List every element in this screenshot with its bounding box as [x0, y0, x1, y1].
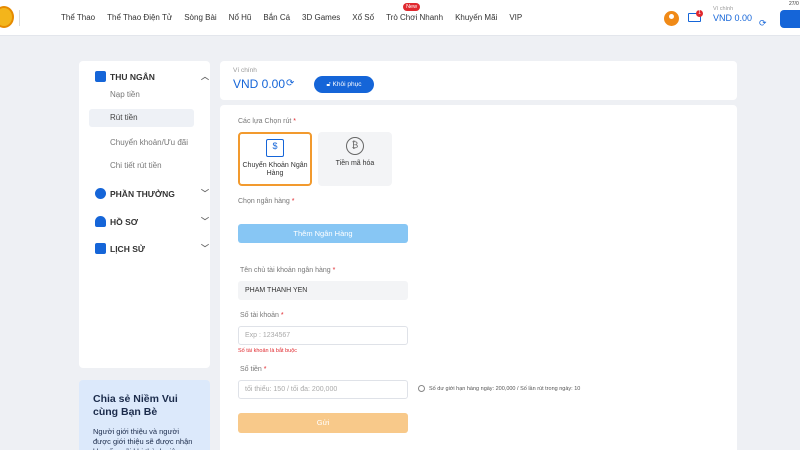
wallet-icon: [95, 71, 106, 82]
sidebar-section-history[interactable]: LỊCH SỬ ﹀: [95, 243, 209, 254]
promo-title: Chia sẻ Niềm Vui cùng Bạn Bè: [93, 393, 178, 418]
add-bank-button[interactable]: Thêm Ngân Hàng: [238, 224, 408, 243]
wallet-label: Ví chính: [233, 67, 257, 74]
sidebar-section-rewards[interactable]: PHẦN THƯỞNG ﹀: [95, 188, 209, 199]
nav-item-quick-games-label: Trò Chơi Nhanh: [386, 13, 444, 22]
nav-item-slots[interactable]: Nổ Hũ: [229, 13, 252, 22]
select-bank-label-text: Chọn ngân hàng: [238, 198, 290, 205]
nav-item-vip[interactable]: VIP: [509, 13, 522, 22]
account-holder-label: Tên chủ tài khoản ngân hàng *: [240, 267, 335, 274]
header-action-button[interactable]: [780, 10, 800, 28]
amount-limit-note: Số dư giới hạn hàng ngày: 200,000 / Số l…: [418, 385, 580, 392]
required-mark: *: [280, 312, 284, 319]
main-nav: Thể Thao Thể Thao Điện Tử Sòng Bài Nổ Hũ…: [61, 3, 534, 22]
nav-item-esports[interactable]: Thể Thao Điện Tử: [107, 13, 172, 22]
document-icon: [95, 243, 106, 254]
required-mark: *: [263, 366, 267, 373]
lock-icon: 🔓︎: [326, 81, 331, 88]
account-holder-field[interactable]: PHAM THANH YEN: [238, 281, 408, 300]
submit-button[interactable]: Gửi: [238, 413, 408, 433]
sidebar-section-label: PHẦN THƯỞNG: [110, 188, 175, 199]
refresh-icon[interactable]: ⟳: [286, 78, 294, 89]
user-icon[interactable]: [664, 11, 679, 26]
sidebar-section-cashier[interactable]: THU NGÂN ︿: [95, 71, 209, 82]
amount-limit-text: Số dư giới hạn hàng ngày: 200,000 / Số l…: [429, 385, 581, 392]
sidebar-item-withdraw-detail[interactable]: Chi tiết rút tiền: [110, 161, 162, 170]
header-wallet-label: Ví chính: [713, 6, 734, 12]
nav-item-fishing[interactable]: Bắn Cá: [263, 13, 290, 22]
sidebar-section-label: THU NGÂN: [110, 71, 155, 82]
chevron-down-icon: ﹀: [201, 217, 209, 226]
account-sidebar: THU NGÂN ︿ Nạp tiền Rút tiền Chuyển khoả…: [79, 61, 210, 368]
wallet-balance: VND 0.00: [233, 77, 286, 91]
amount-label-text: Số tiền: [240, 366, 262, 373]
option-bank-transfer-label: Chuyển Khoản Ngân Hàng: [242, 162, 308, 177]
header-date: 27/0: [789, 1, 799, 7]
amount-input[interactable]: tối thiểu: 150 / tối đa: 200,000: [238, 380, 408, 399]
option-bank-transfer[interactable]: Chuyển Khoản Ngân Hàng: [238, 132, 312, 186]
chevron-down-icon: ﹀: [201, 189, 209, 198]
chevron-down-icon: ﹀: [201, 244, 209, 253]
account-holder-label-text: Tên chủ tài khoản ngân hàng: [240, 267, 331, 274]
nav-item-casino[interactable]: Sòng Bài: [184, 13, 216, 22]
sidebar-item-withdraw[interactable]: Rút tiền: [89, 109, 194, 127]
top-nav-bar: Thể Thao Thể Thao Điện Tử Sòng Bài Nổ Hũ…: [0, 0, 800, 36]
gift-icon: [95, 188, 106, 199]
profile-icon: [95, 216, 106, 227]
restore-label: Khôi phục: [332, 81, 362, 88]
required-mark: *: [291, 198, 295, 205]
header-wallet: Ví chính VND 0.00: [713, 6, 752, 23]
account-number-error: Số tài khoản là bắt buộc: [238, 348, 298, 354]
nav-item-3d-games[interactable]: 3D Games: [302, 13, 340, 22]
sidebar-item-deposit[interactable]: Nạp tiền: [110, 90, 140, 99]
divider: [19, 10, 20, 26]
refresh-icon[interactable]: ⟳: [759, 18, 767, 29]
restore-button[interactable]: 🔓︎ Khôi phục: [314, 76, 374, 93]
main-wallet-card: Ví chính VND 0.00 ⟳ 🔓︎ Khôi phục: [220, 61, 737, 100]
bitcoin-icon: ₿: [346, 137, 364, 155]
withdraw-form: Các lựa Chọn rút * Chuyển Khoản Ngân Hàn…: [220, 105, 737, 450]
sidebar-section-label: HỒ SƠ: [110, 216, 139, 227]
option-crypto-label: Tiền mã hóa: [335, 160, 375, 167]
withdraw-options-label-text: Các lựa Chọn rút: [238, 118, 292, 125]
new-badge: New: [403, 3, 421, 11]
bank-icon: [266, 139, 284, 157]
header-wallet-value: VND 0.00: [713, 13, 753, 23]
brand-logo[interactable]: [0, 6, 14, 28]
nav-item-lottery[interactable]: Xổ Số: [352, 13, 374, 22]
sidebar-item-transfer[interactable]: Chuyển khoản/Ưu đãi: [110, 138, 188, 147]
referral-promo-card[interactable]: Chia sẻ Niềm Vui cùng Bạn Bè Người giới …: [79, 380, 210, 450]
account-number-label-text: Số tài khoản: [240, 312, 279, 319]
required-mark: *: [332, 267, 336, 274]
sidebar-section-profile[interactable]: HỒ SƠ ﹀: [95, 216, 209, 227]
promo-description: Người giới thiệu và người được giới thiệ…: [93, 427, 193, 450]
nav-item-quick-games[interactable]: Trò Chơi Nhanh New: [386, 3, 444, 22]
required-mark: *: [293, 118, 297, 125]
info-icon: [418, 385, 425, 392]
withdraw-options-label: Các lựa Chọn rút *: [238, 118, 296, 125]
chevron-up-icon: ︿: [201, 72, 209, 81]
account-number-label: Số tài khoản *: [240, 312, 284, 319]
nav-item-sports[interactable]: Thể Thao: [61, 13, 95, 22]
option-crypto[interactable]: ₿ Tiền mã hóa: [318, 132, 392, 186]
select-bank-label: Chọn ngân hàng *: [238, 198, 294, 205]
mail-count-badge: 1: [696, 10, 703, 17]
amount-label: Số tiền *: [240, 366, 266, 373]
sidebar-section-label: LỊCH SỬ: [110, 243, 145, 254]
nav-item-promotions[interactable]: Khuyến Mãi: [455, 13, 497, 22]
account-number-input[interactable]: Exp : 1234567: [238, 326, 408, 345]
